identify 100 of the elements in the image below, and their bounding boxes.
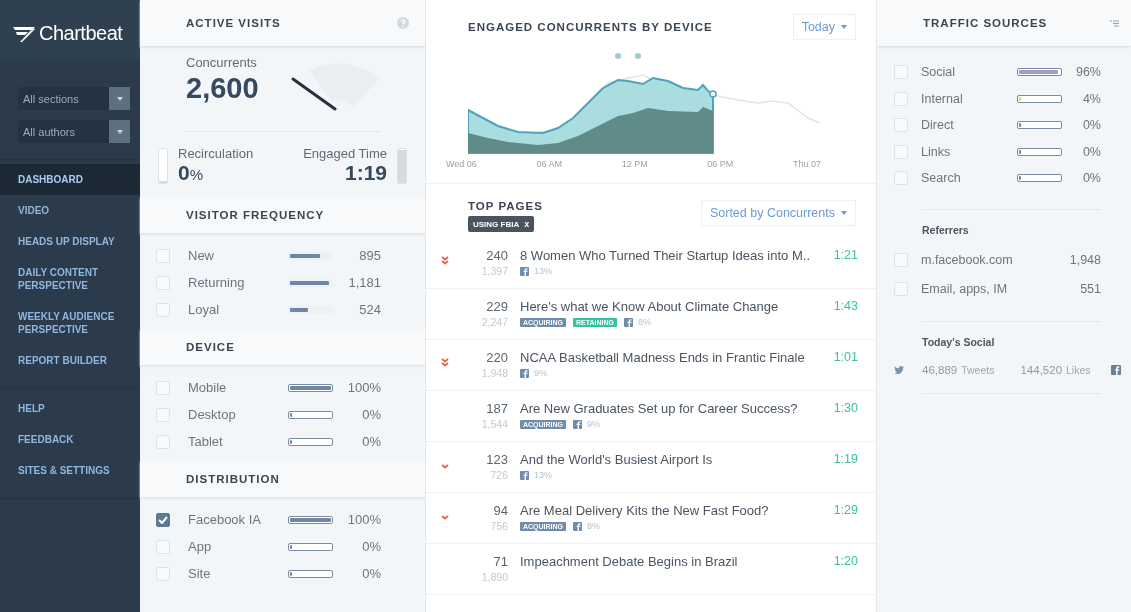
logo-icon [12, 24, 36, 43]
page-row[interactable]: 123 726 And the World's Busiest Airport Is 13% 1:19 [426, 442, 876, 493]
subsection-title: Referrers [922, 223, 970, 236]
filter-dropdown[interactable]: All authors [18, 120, 130, 143]
row-label: Mobile [188, 380, 228, 395]
panel-title: TRAFFIC SOURCES [923, 17, 1048, 29]
row-value: 0% [361, 434, 381, 449]
chevron-down-icon [441, 464, 449, 469]
total-count: 2,247 [481, 316, 508, 328]
facebook-icon [520, 266, 529, 276]
engaged-time: 1:43 [833, 299, 858, 313]
row-value: 1,181 [347, 275, 381, 290]
section-title: DISTRIBUTION [186, 473, 280, 485]
row-value: 0% [1081, 118, 1101, 133]
filter-chip: USING FBIA x [468, 216, 535, 232]
row-value: 895 [358, 248, 381, 263]
nav-item[interactable]: REPORT BUILDER [0, 345, 140, 376]
row-value: 0% [361, 539, 381, 554]
total-count: 1,890 [481, 571, 508, 583]
caret-icon [841, 25, 847, 29]
page-row[interactable]: 240 1,397 8 Women Who Turned Their Startup Ideas into M.. 13% 1:21 [426, 238, 876, 289]
row-label: Loyal [188, 302, 221, 317]
row-label: Links [921, 144, 952, 159]
facebook-icon [520, 368, 529, 378]
concurrents-count: 220 [486, 350, 508, 365]
row-label: Social [921, 65, 957, 80]
row-value: 0% [361, 407, 381, 422]
facebook-share: 8% [638, 317, 652, 327]
facebook-share: 13% [534, 470, 552, 480]
axis-label: 12 PM [621, 159, 648, 169]
sort-icon[interactable] [1110, 19, 1119, 27]
row-value: 4% [1081, 91, 1101, 106]
page-title[interactable]: Are Meal Delivery Kits the New Fast Food? [520, 503, 828, 518]
page-title[interactable]: NCAA Basketball Madness Ends in Frantic Finale [520, 350, 828, 365]
page-title[interactable]: 8 Women Who Turned Their Startup Ideas into M.. [520, 248, 828, 263]
total-count: 1,397 [481, 265, 508, 277]
nav-item[interactable]: WEEKLY AUDIENCE PERSPECTIVE [0, 301, 140, 345]
nav-item[interactable]: FEEDBACK [0, 424, 140, 455]
caret-icon [116, 96, 123, 101]
metric-label: Concurrents [186, 55, 258, 70]
like-label: Likes [1066, 363, 1091, 376]
row-label: Internal [921, 91, 964, 106]
concurrents-count: 71 [493, 554, 508, 569]
checkbox[interactable] [156, 512, 170, 527]
nav-item[interactable]: SITES & SETTINGS [0, 455, 140, 486]
engaged-time: 1:21 [833, 248, 858, 262]
total-count: 1,948 [481, 367, 508, 379]
row-label: Desktop [188, 407, 237, 422]
row-value: 96% [1074, 65, 1101, 80]
metric-label: Recirculation [178, 146, 255, 161]
referrer-count: 1,948 [1068, 253, 1101, 267]
chart-title: ENGAGED CONCURRENTS BY DEVICE [468, 21, 713, 33]
facebook-icon [1110, 364, 1121, 375]
nav-item[interactable]: HELP [0, 393, 140, 424]
referrer-label: Email, apps, IM [921, 282, 1009, 296]
page-title[interactable]: Impeachment Debate Begins in Brazil [520, 554, 828, 569]
row-label: New [188, 248, 215, 263]
filter-dropdown[interactable]: All sections [18, 87, 130, 110]
help-icon[interactable] [397, 17, 409, 29]
facebook-icon [573, 521, 583, 531]
concurrents-count: 94 [493, 503, 508, 518]
nav-item[interactable]: DASHBOARD [0, 164, 140, 195]
row-value: 0% [361, 566, 381, 581]
engaged-time: 1:19 [833, 452, 858, 466]
section-title: TOP PAGES [468, 200, 543, 212]
concurrents-count: 123 [486, 452, 508, 467]
subsection-title: Today's Social [922, 335, 996, 348]
referrer-label: m.facebook.com [921, 253, 1013, 267]
engaged-time: 1:30 [833, 401, 858, 415]
row-value: 524 [358, 302, 381, 317]
row-label: Site [188, 566, 212, 581]
section-title: VISITOR FREQUENCY [186, 209, 325, 221]
facebook-share: 8% [587, 521, 601, 531]
panel-title: ACTIVE VISITS [186, 17, 281, 29]
nav-item[interactable]: VIDEO [0, 195, 140, 226]
axis-label: 06 AM [536, 159, 562, 169]
nav-item[interactable]: DAILY CONTENT PERSPECTIVE [0, 257, 140, 301]
facebook-share: 13% [534, 266, 552, 276]
page-title[interactable]: Are New Graduates Set up for Career Success? [520, 401, 828, 416]
facebook-icon [520, 470, 529, 480]
row-value: 0% [1081, 171, 1101, 186]
nav-item[interactable]: HEADS UP DISPLAY [0, 226, 140, 257]
axis-label: Thu 07 [792, 159, 821, 169]
total-count: 1,544 [481, 418, 508, 430]
engaged-time: 1:29 [833, 503, 858, 517]
page-row[interactable]: 71 1,890 Impeachment Debate Begins in Brazil 1:20 [426, 544, 876, 595]
facebook-share: 9% [587, 419, 601, 429]
engaged-time-value: 1:19 [343, 161, 387, 185]
row-value: 100% [346, 512, 381, 527]
bird-icon [894, 365, 904, 374]
double-chevron-down-icon [441, 358, 449, 367]
page-row[interactable]: 220 1,948 NCAA Basketball Madness Ends in Frantic Finale 9% 1:01 [426, 340, 876, 391]
axis-label: Wed 06 [446, 159, 477, 169]
double-chevron-down-icon [441, 256, 449, 265]
remove-filter-button[interactable]: x [524, 219, 530, 229]
engaged-time: 1:01 [833, 350, 858, 364]
page-title[interactable]: Here's what we Know About Climate Change [520, 299, 828, 314]
concurrents-count: 187 [486, 401, 508, 416]
page-title[interactable]: And the World's Busiest Airport Is [520, 452, 828, 467]
section-title: DEVICE [186, 341, 235, 353]
